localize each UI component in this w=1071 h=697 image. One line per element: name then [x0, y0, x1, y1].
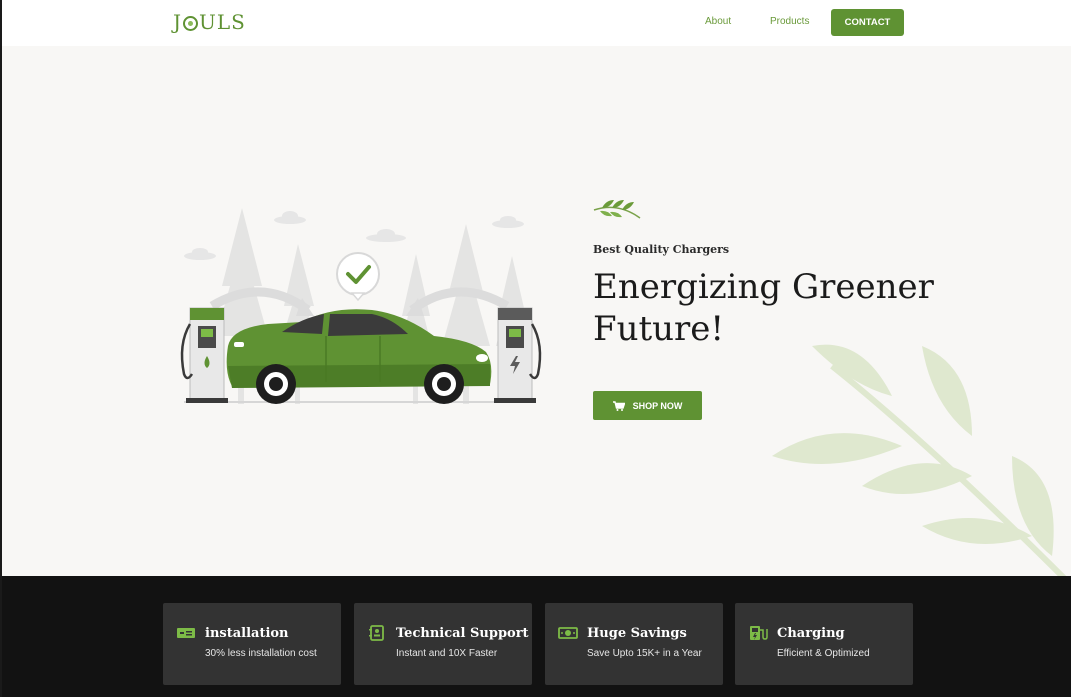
feature-description: Save Upto 15K+ in a Year: [587, 648, 702, 659]
decorative-branch-icon: [772, 344, 1067, 576]
leaf-sprig-icon: [593, 200, 641, 219]
logo-globe-icon: [183, 15, 199, 31]
feature-title: Huge Savings: [587, 625, 687, 641]
logo-letter-j: J: [173, 10, 183, 34]
money-icon: [558, 627, 578, 639]
feature-card-technical-support: Technical Support Instant and 10X Faster: [354, 603, 532, 685]
feature-title: installation: [205, 625, 289, 641]
features-section: installation 30% less installation cost …: [2, 576, 1071, 697]
feature-title: Charging: [777, 625, 845, 641]
charging-station-icon: [750, 626, 768, 640]
feature-description: Efficient & Optimized: [777, 648, 870, 659]
ev-charging-illustration: [180, 208, 542, 404]
site-header: J ULS About Products CONTACT: [2, 0, 1071, 46]
feature-description: Instant and 10X Faster: [396, 648, 498, 659]
cash-icon: [177, 628, 195, 638]
contact-button[interactable]: CONTACT: [831, 9, 904, 36]
feature-title: Technical Support: [396, 625, 529, 641]
cart-icon: [612, 400, 625, 411]
shop-now-button[interactable]: SHOP NOW: [593, 391, 702, 420]
feature-card-huge-savings: Huge Savings Save Upto 15K+ in a Year: [545, 603, 723, 685]
feature-card-installation: installation 30% less installation cost: [163, 603, 341, 685]
logo-letters-uls: ULS: [199, 10, 246, 34]
support-book-icon: [369, 625, 384, 641]
nav-products-link[interactable]: Products: [770, 16, 809, 27]
nav-about-link[interactable]: About: [705, 16, 731, 27]
brand-logo[interactable]: J ULS: [173, 10, 246, 34]
feature-description: 30% less installation cost: [205, 648, 317, 659]
hero-tagline: Best Quality Chargers: [593, 243, 730, 256]
shop-now-label: SHOP NOW: [632, 400, 683, 411]
hero-section: Best Quality Chargers Energizing Greener…: [2, 46, 1071, 576]
feature-card-charging: Charging Efficient & Optimized: [735, 603, 913, 685]
